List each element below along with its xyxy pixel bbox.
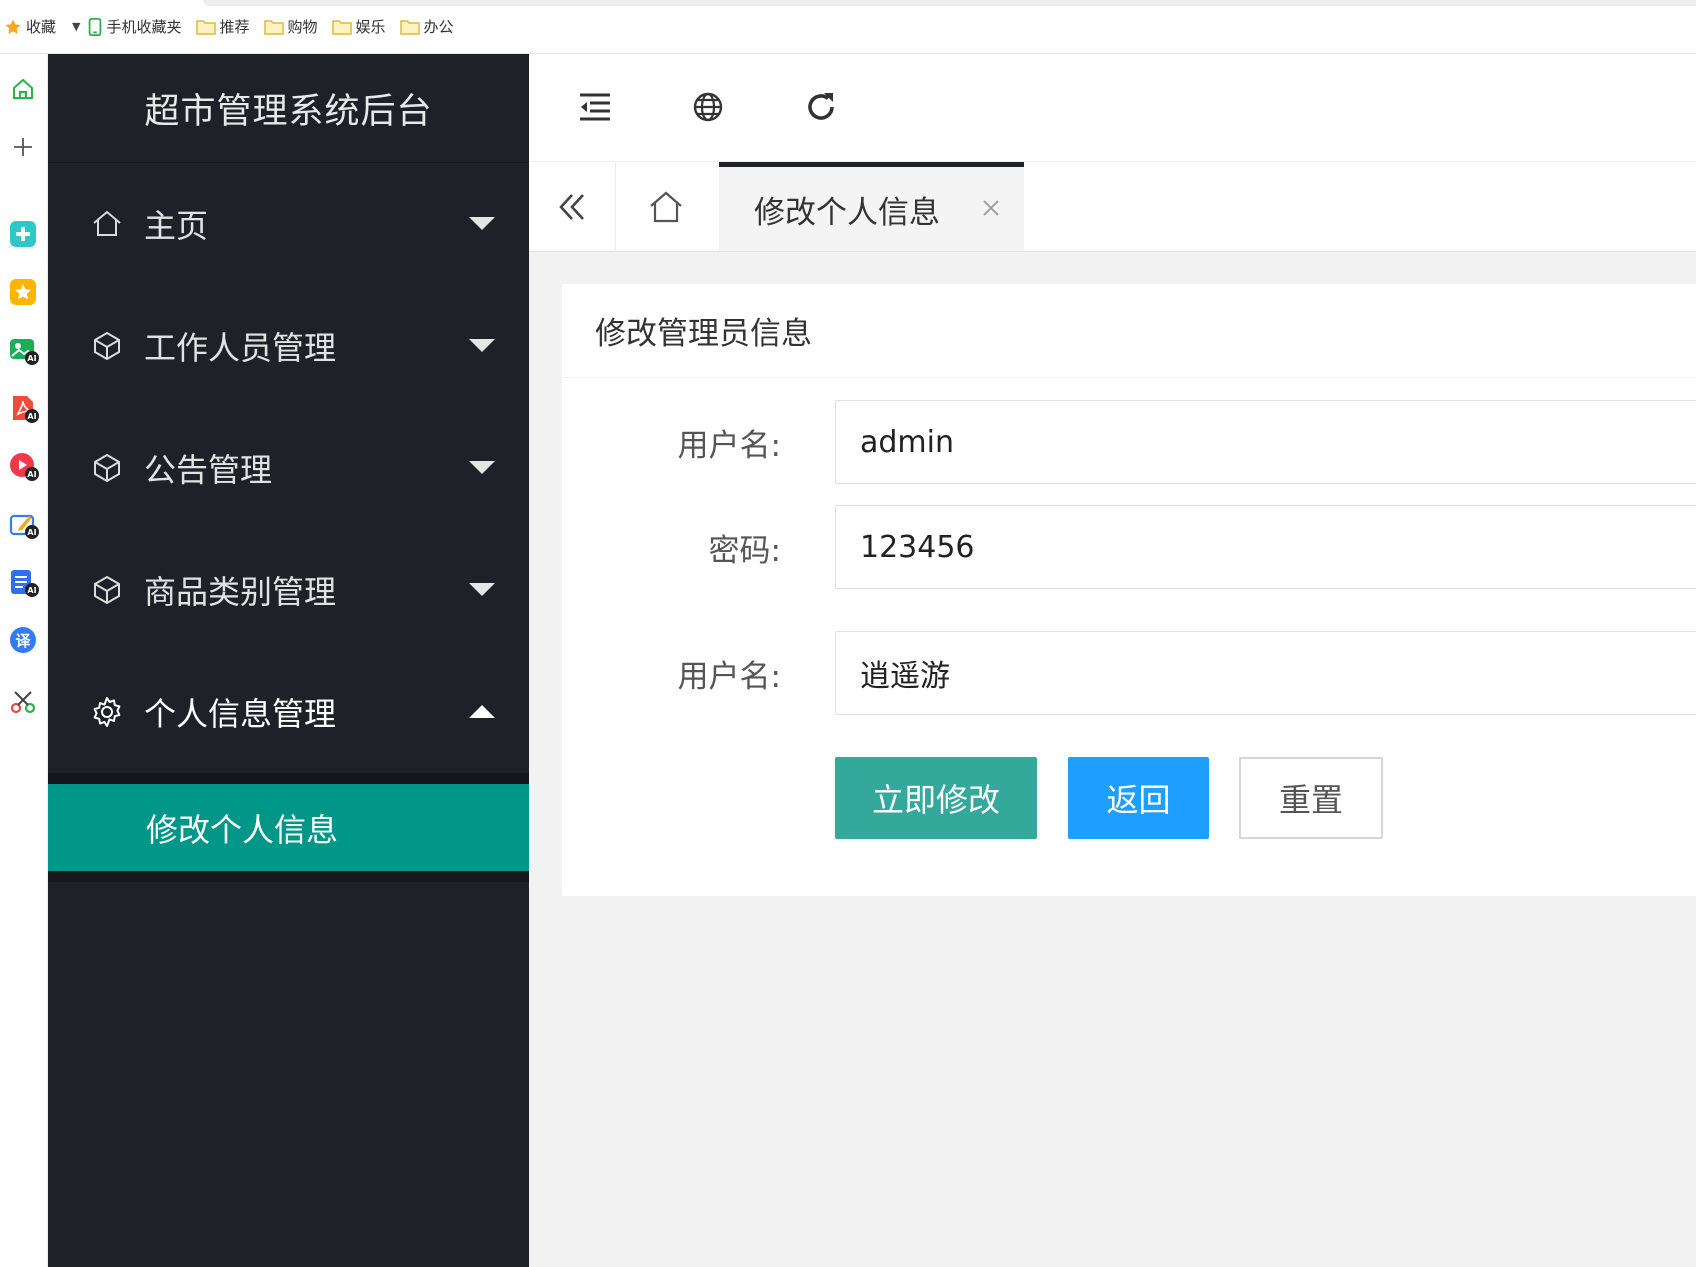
sidebar-item-label: 个人信息管理 <box>144 695 337 733</box>
sidebar-item-staff[interactable]: 工作人员管理 <box>48 285 529 407</box>
ai-badge: AI <box>25 467 39 481</box>
refresh-button[interactable] <box>799 85 843 129</box>
gear-icon <box>90 695 124 729</box>
rail-scissors-icon[interactable] <box>6 685 40 719</box>
phone-icon <box>89 17 102 36</box>
app-window: 收藏 ▼ 手机收藏夹 推荐 购物 娱乐 办公 AI AI AI AI AI 译 … <box>0 0 1696 1267</box>
sidebar-submenu: 修改个人信息 <box>48 773 529 882</box>
tab-edit-profile[interactable]: 修改个人信息 <box>719 162 1024 251</box>
collapse-menu-button[interactable] <box>573 85 617 129</box>
sidebar-item-label: 商品类别管理 <box>144 573 337 611</box>
indent-icon <box>580 93 610 121</box>
sidebar-item-label: 主页 <box>144 207 209 245</box>
refresh-icon <box>808 93 834 120</box>
close-icon[interactable] <box>980 197 1002 219</box>
form-card: 修改管理员信息 用户名: 密码: 用户名: 立即修改 返回 重置 <box>562 284 1696 896</box>
top-header <box>529 54 1696 162</box>
form-actions: 立即修改 返回 重置 <box>562 757 1696 841</box>
home-icon <box>649 191 682 222</box>
sidebar-item-label: 工作人员管理 <box>144 329 337 367</box>
browser-side-rail: AI AI AI AI AI 译 <box>0 54 48 1267</box>
bookmark-label: 手机收藏夹 <box>106 18 182 36</box>
ai-badge: AI <box>25 351 39 365</box>
bookmark-label: 购物 <box>287 18 318 36</box>
ai-badge: AI <box>25 583 39 597</box>
folder-icon <box>399 19 420 35</box>
rail-home-icon[interactable] <box>6 72 40 106</box>
caret-down-icon <box>469 339 495 352</box>
bookmark-label: 收藏 <box>26 18 57 36</box>
sidebar-item-category[interactable]: 商品类别管理 <box>48 529 529 651</box>
home-icon <box>90 207 124 241</box>
username-input[interactable] <box>835 400 1696 484</box>
sidebar-item-home[interactable]: 主页 <box>48 163 529 285</box>
submit-button[interactable]: 立即修改 <box>835 757 1037 839</box>
star-icon <box>5 19 21 34</box>
username-label: 用户名: <box>677 427 781 464</box>
rail-ai-doc-icon[interactable]: AI <box>6 565 40 599</box>
tab-home[interactable] <box>616 162 715 251</box>
globe-icon <box>693 92 723 122</box>
sidebar-item-notice[interactable]: 公告管理 <box>48 407 529 529</box>
bookmark-folder-recommend[interactable]: 推荐 <box>195 15 250 39</box>
ai-badge: AI <box>25 409 39 423</box>
rail-ai-pdf-icon[interactable]: AI <box>6 391 40 425</box>
bookmark-mobile[interactable]: 手机收藏夹 <box>88 15 182 39</box>
tab-scroll-left-button[interactable] <box>529 162 616 251</box>
sidebar-item-profile[interactable]: 个人信息管理 <box>48 651 529 773</box>
sidebar-subitem-edit-profile[interactable]: 修改个人信息 <box>48 784 529 871</box>
rail-ai-video-icon[interactable]: AI <box>6 449 40 483</box>
rail-health-icon[interactable] <box>6 217 40 251</box>
address-bar-edge <box>203 0 1696 6</box>
sidebar-item-label: 公告管理 <box>144 451 273 489</box>
bookmark-favorites[interactable]: 收藏 <box>4 15 56 39</box>
rail-favorite-star-icon[interactable] <box>6 275 40 309</box>
app-logo-title: 超市管理系统后台 <box>48 54 529 163</box>
card-title: 修改管理员信息 <box>562 284 1696 378</box>
rail-ai-write-icon[interactable]: AI <box>6 507 40 541</box>
bookmark-folder-office[interactable]: 办公 <box>399 15 454 39</box>
rail-add-icon[interactable] <box>6 130 40 164</box>
translate-label: 译 <box>15 631 31 650</box>
bookmark-label: 娱乐 <box>355 18 386 36</box>
caret-down-icon <box>469 461 495 474</box>
cube-icon <box>90 329 124 363</box>
bookmark-label: 推荐 <box>219 18 250 36</box>
double-chevron-left-icon <box>559 193 584 220</box>
folder-icon <box>195 19 216 35</box>
bookmark-folder-entertainment[interactable]: 娱乐 <box>331 15 386 39</box>
ai-badge: AI <box>25 525 39 539</box>
reset-button[interactable]: 重置 <box>1239 757 1383 839</box>
rail-ai-image-icon[interactable]: AI <box>6 333 40 367</box>
folder-icon <box>331 19 352 35</box>
form-row-password: 密码: <box>562 505 1696 589</box>
nickname-label: 用户名: <box>677 658 781 695</box>
bookmark-bar: 收藏 ▼ 手机收藏夹 推荐 购物 娱乐 办公 <box>0 0 1696 54</box>
tab-label: 修改个人信息 <box>754 194 940 231</box>
caret-up-icon <box>469 705 495 718</box>
chevron-down-icon[interactable]: ▼ <box>72 20 80 33</box>
back-button[interactable]: 返回 <box>1068 757 1209 839</box>
bookmark-label: 办公 <box>423 18 454 36</box>
caret-down-icon <box>469 583 495 596</box>
caret-down-icon <box>469 217 495 230</box>
password-label: 密码: <box>708 532 781 569</box>
password-input[interactable] <box>835 505 1696 589</box>
form-row-username: 用户名: <box>562 400 1696 484</box>
main-content: 修改管理员信息 用户名: 密码: 用户名: 立即修改 返回 重置 <box>529 252 1696 1267</box>
folder-icon <box>263 19 284 35</box>
sidebar: 超市管理系统后台 主页 工作人员管理 公告管理 商品类别管理 个人信息管理 修改… <box>48 54 529 1267</box>
tab-bar: 修改个人信息 <box>529 162 1696 252</box>
rail-translate-icon[interactable]: 译 <box>6 623 40 657</box>
bookmark-folder-shopping[interactable]: 购物 <box>263 15 318 39</box>
cube-icon <box>90 573 124 607</box>
form-row-nickname: 用户名: <box>562 631 1696 715</box>
website-button[interactable] <box>686 85 730 129</box>
nickname-input[interactable] <box>835 631 1696 715</box>
cube-icon <box>90 451 124 485</box>
